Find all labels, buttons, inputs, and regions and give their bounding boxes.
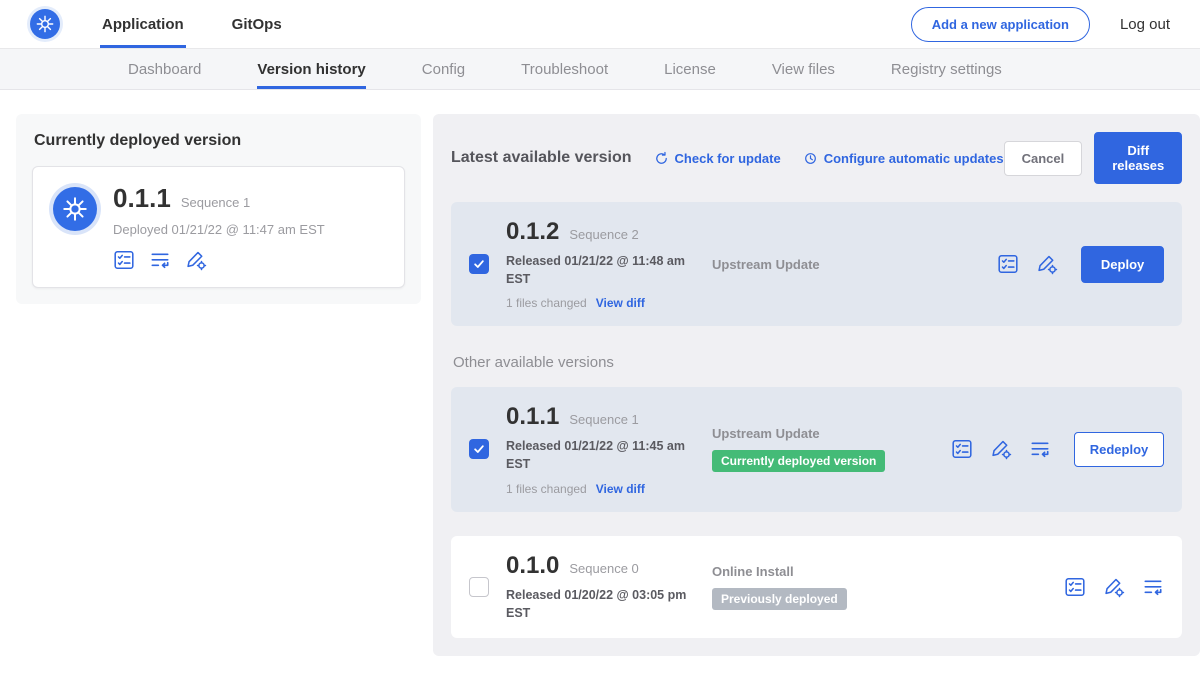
latest-panel-header: Latest available version Check for updat… [451, 132, 1182, 184]
version-actions: Redeploy [951, 432, 1165, 467]
subnav-label: Dashboard [128, 61, 201, 78]
add-new-application-button[interactable]: Add a new application [911, 7, 1090, 42]
latest-available-panel: Latest available version Check for updat… [433, 114, 1200, 656]
app-subnav: Dashboard Version history Config Trouble… [0, 49, 1200, 90]
version-source-col: Upstream Update Currently deployed versi… [708, 426, 951, 472]
version-number: 0.1.1 [506, 403, 559, 431]
currently-deployed-badge: Currently deployed version [712, 450, 885, 472]
deployed-version-info: 0.1.1 Sequence 1 Deployed 01/21/22 @ 11:… [113, 183, 325, 271]
version-number: 0.1.0 [506, 552, 559, 580]
version-number: 0.1.2 [506, 218, 559, 246]
version-source-col: Online Install Previously deployed [708, 564, 1064, 610]
version-released-date: Released 01/21/22 @ 11:45 am EST [506, 437, 692, 473]
version-checkbox[interactable] [469, 254, 489, 274]
view-diff-link[interactable]: View diff [596, 296, 645, 310]
deploy-button[interactable]: Deploy [1081, 246, 1164, 283]
top-nav: Application GitOps [100, 0, 328, 48]
version-actions [1064, 576, 1164, 598]
subnav-label: Config [422, 61, 465, 78]
checkbox-check-icon [472, 257, 486, 271]
subnav-item-registry-settings[interactable]: Registry settings [891, 49, 1002, 89]
version-sequence: Sequence 0 [569, 561, 638, 576]
version-row-0-1-1: 0.1.1 Sequence 1 Released 01/21/22 @ 11:… [451, 387, 1182, 511]
app-logo-icon [53, 187, 97, 231]
edit-config-icon[interactable] [185, 249, 207, 271]
diff-releases-button[interactable]: Diff releases [1094, 132, 1182, 184]
edit-config-icon[interactable] [990, 438, 1012, 460]
subnav-item-view-files[interactable]: View files [772, 49, 835, 89]
release-notes-icon[interactable] [1064, 576, 1086, 598]
version-row-0-1-2: 0.1.2 Sequence 2 Released 01/21/22 @ 11:… [451, 202, 1182, 326]
version-checkbox[interactable] [469, 577, 489, 597]
subnav-label: License [664, 61, 716, 78]
configure-automatic-updates-label: Configure automatic updates [824, 151, 1004, 166]
subnav-label: View files [772, 61, 835, 78]
deployed-icon-row [113, 249, 325, 271]
checkbox-check-icon [472, 442, 486, 456]
version-source: Upstream Update [712, 257, 997, 272]
edit-config-icon[interactable] [1103, 576, 1125, 598]
version-sequence: Sequence 1 [569, 412, 638, 427]
edit-config-icon[interactable] [1036, 253, 1058, 275]
subnav-item-version-history[interactable]: Version history [257, 49, 365, 89]
currently-deployed-panel: Currently deployed version 0.1.1 Sequenc… [16, 114, 421, 304]
deployed-sequence: Sequence 1 [181, 195, 250, 210]
subnav-label: Version history [257, 61, 365, 78]
tab-application[interactable]: Application [100, 0, 186, 48]
version-checkbox[interactable] [469, 439, 489, 459]
version-sequence: Sequence 2 [569, 227, 638, 242]
subnav-item-config[interactable]: Config [422, 49, 465, 89]
previously-deployed-badge: Previously deployed [712, 588, 847, 610]
redeploy-button[interactable]: Redeploy [1074, 432, 1165, 467]
tab-gitops-label: GitOps [232, 16, 282, 33]
view-logs-icon[interactable] [1142, 576, 1164, 598]
tab-application-label: Application [102, 16, 184, 33]
release-notes-icon[interactable] [113, 249, 135, 271]
configure-automatic-updates-link[interactable]: Configure automatic updates [803, 151, 1004, 166]
release-notes-icon[interactable] [997, 253, 1019, 275]
view-diff-link[interactable]: View diff [596, 482, 645, 496]
subnav-label: Troubleshoot [521, 61, 608, 78]
version-row-0-1-0: 0.1.0 Sequence 0 Released 01/20/22 @ 03:… [451, 536, 1182, 638]
refresh-icon [654, 151, 669, 166]
files-changed-label: 1 files changed [506, 296, 587, 310]
other-available-versions-label: Other available versions [453, 354, 1182, 371]
version-source: Upstream Update [712, 426, 951, 441]
logout-link[interactable]: Log out [1120, 16, 1170, 33]
files-changed-label: 1 files changed [506, 482, 587, 496]
version-info: 0.1.1 Sequence 1 Released 01/21/22 @ 11:… [506, 403, 708, 495]
subnav-item-license[interactable]: License [664, 49, 716, 89]
deployed-version-number: 0.1.1 [113, 183, 171, 214]
subnav-item-troubleshoot[interactable]: Troubleshoot [521, 49, 608, 89]
latest-available-title: Latest available version [451, 149, 632, 167]
topbar-right: Add a new application Log out [911, 0, 1170, 48]
subnav-label: Registry settings [891, 61, 1002, 78]
version-info: 0.1.2 Sequence 2 Released 01/21/22 @ 11:… [506, 218, 708, 310]
cancel-button[interactable]: Cancel [1004, 141, 1083, 176]
version-info: 0.1.0 Sequence 0 Released 01/20/22 @ 03:… [506, 552, 708, 622]
main-content: Currently deployed version 0.1.1 Sequenc… [0, 90, 1200, 680]
top-bar: Application GitOps Add a new application… [0, 0, 1200, 49]
release-notes-icon[interactable] [951, 438, 973, 460]
version-source-col: Upstream Update [708, 257, 997, 272]
version-actions: Deploy [997, 246, 1164, 283]
clock-icon [803, 151, 818, 166]
subnav-item-dashboard[interactable]: Dashboard [128, 49, 201, 89]
currently-deployed-title: Currently deployed version [34, 132, 405, 150]
deployed-date: Deployed 01/21/22 @ 11:47 am EST [113, 222, 325, 237]
version-released-date: Released 01/20/22 @ 03:05 pm EST [506, 586, 692, 622]
view-logs-icon[interactable] [149, 249, 171, 271]
check-for-update-link[interactable]: Check for update [654, 151, 781, 166]
version-source: Online Install [712, 564, 1064, 579]
kubernetes-logo-icon [30, 9, 60, 39]
version-released-date: Released 01/21/22 @ 11:48 am EST [506, 252, 692, 288]
deployed-version-card: 0.1.1 Sequence 1 Deployed 01/21/22 @ 11:… [32, 166, 405, 288]
tab-gitops[interactable]: GitOps [230, 0, 284, 48]
check-for-update-label: Check for update [675, 151, 781, 166]
view-logs-icon[interactable] [1029, 438, 1051, 460]
